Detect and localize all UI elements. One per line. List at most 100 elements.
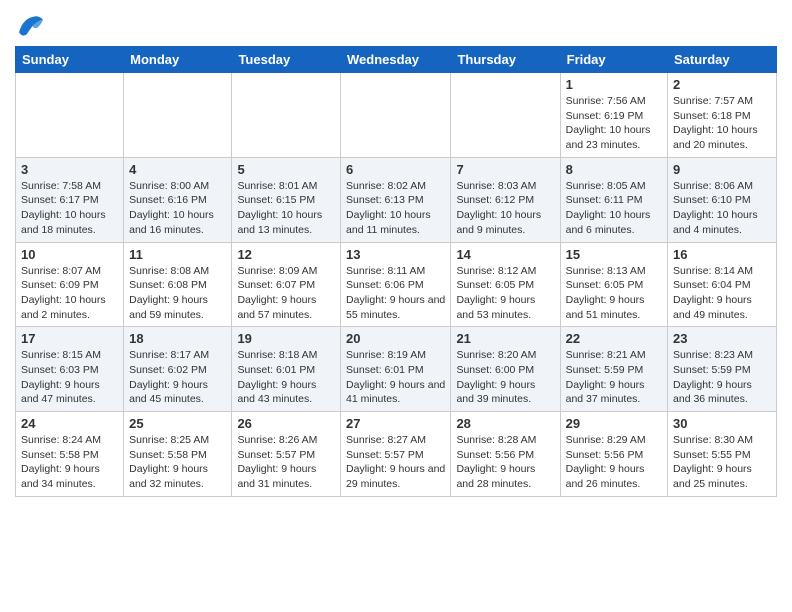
calendar-cell: 11 Sunrise: 8:08 AM Sunset: 6:08 PM Dayli…	[124, 242, 232, 327]
calendar-header-row: SundayMondayTuesdayWednesdayThursdayFrid…	[16, 47, 777, 73]
day-number: 16	[673, 247, 771, 262]
calendar-week-row: 17 Sunrise: 8:15 AM Sunset: 6:03 PM Dayli…	[16, 327, 777, 412]
day-number: 2	[673, 77, 771, 92]
calendar-cell: 16 Sunrise: 8:14 AM Sunset: 6:04 PM Dayli…	[668, 242, 777, 327]
day-info: Sunrise: 8:29 AM Sunset: 5:56 PM Dayligh…	[566, 433, 662, 492]
day-number: 17	[21, 331, 118, 346]
day-info: Sunrise: 8:11 AM Sunset: 6:06 PM Dayligh…	[346, 264, 445, 323]
day-number: 29	[566, 416, 662, 431]
day-info: Sunrise: 8:05 AM Sunset: 6:11 PM Dayligh…	[566, 179, 662, 238]
day-info: Sunrise: 8:27 AM Sunset: 5:57 PM Dayligh…	[346, 433, 445, 492]
day-number: 18	[129, 331, 226, 346]
day-number: 9	[673, 162, 771, 177]
day-info: Sunrise: 8:23 AM Sunset: 5:59 PM Dayligh…	[673, 348, 771, 407]
calendar-week-row: 24 Sunrise: 8:24 AM Sunset: 5:58 PM Dayli…	[16, 412, 777, 497]
day-info: Sunrise: 8:25 AM Sunset: 5:58 PM Dayligh…	[129, 433, 226, 492]
day-number: 1	[566, 77, 662, 92]
calendar-table: SundayMondayTuesdayWednesdayThursdayFrid…	[15, 46, 777, 497]
day-number: 20	[346, 331, 445, 346]
calendar-cell: 4 Sunrise: 8:00 AM Sunset: 6:16 PM Daylig…	[124, 157, 232, 242]
day-info: Sunrise: 8:13 AM Sunset: 6:05 PM Dayligh…	[566, 264, 662, 323]
day-number: 24	[21, 416, 118, 431]
calendar-cell: 18 Sunrise: 8:17 AM Sunset: 6:02 PM Dayli…	[124, 327, 232, 412]
calendar-cell: 8 Sunrise: 8:05 AM Sunset: 6:11 PM Daylig…	[560, 157, 667, 242]
calendar-header-wednesday: Wednesday	[341, 47, 451, 73]
day-number: 5	[237, 162, 335, 177]
page-header	[15, 10, 777, 42]
day-info: Sunrise: 7:58 AM Sunset: 6:17 PM Dayligh…	[21, 179, 118, 238]
calendar-header-thursday: Thursday	[451, 47, 560, 73]
day-number: 10	[21, 247, 118, 262]
calendar-header-sunday: Sunday	[16, 47, 124, 73]
calendar-header-friday: Friday	[560, 47, 667, 73]
day-info: Sunrise: 8:06 AM Sunset: 6:10 PM Dayligh…	[673, 179, 771, 238]
calendar-week-row: 3 Sunrise: 7:58 AM Sunset: 6:17 PM Daylig…	[16, 157, 777, 242]
calendar-cell: 28Sunrise: 8:28 AM Sunset: 5:56 PM Dayli…	[451, 412, 560, 497]
calendar-cell: 22Sunrise: 8:21 AM Sunset: 5:59 PM Dayli…	[560, 327, 667, 412]
day-info: Sunrise: 8:09 AM Sunset: 6:07 PM Dayligh…	[237, 264, 335, 323]
day-number: 23	[673, 331, 771, 346]
calendar-header-saturday: Saturday	[668, 47, 777, 73]
day-info: Sunrise: 8:17 AM Sunset: 6:02 PM Dayligh…	[129, 348, 226, 407]
calendar-cell: 15 Sunrise: 8:13 AM Sunset: 6:05 PM Dayli…	[560, 242, 667, 327]
day-info: Sunrise: 8:08 AM Sunset: 6:08 PM Dayligh…	[129, 264, 226, 323]
calendar-cell	[124, 73, 232, 158]
calendar-cell: 13 Sunrise: 8:11 AM Sunset: 6:06 PM Dayli…	[341, 242, 451, 327]
calendar-cell: 23 Sunrise: 8:23 AM Sunset: 5:59 PM Dayli…	[668, 327, 777, 412]
calendar-cell: 25 Sunrise: 8:25 AM Sunset: 5:58 PM Dayli…	[124, 412, 232, 497]
calendar-cell: 26 Sunrise: 8:26 AM Sunset: 5:57 PM Dayli…	[232, 412, 341, 497]
logo-icon	[15, 10, 47, 42]
day-number: 15	[566, 247, 662, 262]
calendar-cell: 3 Sunrise: 7:58 AM Sunset: 6:17 PM Daylig…	[16, 157, 124, 242]
day-info: Sunrise: 8:30 AM Sunset: 5:55 PM Dayligh…	[673, 433, 771, 492]
day-info: Sunrise: 8:15 AM Sunset: 6:03 PM Dayligh…	[21, 348, 118, 407]
calendar-cell: 21 Sunrise: 8:20 AM Sunset: 6:00 PM Dayli…	[451, 327, 560, 412]
calendar-cell: 24 Sunrise: 8:24 AM Sunset: 5:58 PM Dayli…	[16, 412, 124, 497]
day-info: Sunrise: 7:56 AM Sunset: 6:19 PM Dayligh…	[566, 94, 662, 153]
day-number: 27	[346, 416, 445, 431]
day-info: Sunrise: 8:21 AM Sunset: 5:59 PM Dayligh…	[566, 348, 662, 407]
calendar-week-row: 1 Sunrise: 7:56 AM Sunset: 6:19 PM Daylig…	[16, 73, 777, 158]
day-number: 11	[129, 247, 226, 262]
day-number: 21	[456, 331, 554, 346]
day-number: 4	[129, 162, 226, 177]
day-number: 28	[456, 416, 554, 431]
calendar-header-monday: Monday	[124, 47, 232, 73]
calendar-cell: 1 Sunrise: 7:56 AM Sunset: 6:19 PM Daylig…	[560, 73, 667, 158]
logo	[15, 10, 51, 42]
day-number: 19	[237, 331, 335, 346]
day-number: 7	[456, 162, 554, 177]
day-info: Sunrise: 8:20 AM Sunset: 6:00 PM Dayligh…	[456, 348, 554, 407]
day-info: Sunrise: 8:02 AM Sunset: 6:13 PM Dayligh…	[346, 179, 445, 238]
page-container: SundayMondayTuesdayWednesdayThursdayFrid…	[0, 0, 792, 507]
day-number: 3	[21, 162, 118, 177]
day-number: 26	[237, 416, 335, 431]
calendar-cell: 20Sunrise: 8:19 AM Sunset: 6:01 PM Dayli…	[341, 327, 451, 412]
calendar-cell: 29 Sunrise: 8:29 AM Sunset: 5:56 PM Dayli…	[560, 412, 667, 497]
calendar-cell: 6 Sunrise: 8:02 AM Sunset: 6:13 PM Daylig…	[341, 157, 451, 242]
day-info: Sunrise: 8:03 AM Sunset: 6:12 PM Dayligh…	[456, 179, 554, 238]
day-info: Sunrise: 8:07 AM Sunset: 6:09 PM Dayligh…	[21, 264, 118, 323]
day-number: 25	[129, 416, 226, 431]
day-info: Sunrise: 8:26 AM Sunset: 5:57 PM Dayligh…	[237, 433, 335, 492]
day-number: 8	[566, 162, 662, 177]
calendar-cell: 5 Sunrise: 8:01 AM Sunset: 6:15 PM Daylig…	[232, 157, 341, 242]
calendar-cell: 30 Sunrise: 8:30 AM Sunset: 5:55 PM Dayli…	[668, 412, 777, 497]
day-info: Sunrise: 8:24 AM Sunset: 5:58 PM Dayligh…	[21, 433, 118, 492]
calendar-cell: 14Sunrise: 8:12 AM Sunset: 6:05 PM Dayli…	[451, 242, 560, 327]
calendar-cell	[16, 73, 124, 158]
calendar-cell	[451, 73, 560, 158]
calendar-cell: 7 Sunrise: 8:03 AM Sunset: 6:12 PM Daylig…	[451, 157, 560, 242]
day-info: Sunrise: 8:18 AM Sunset: 6:01 PM Dayligh…	[237, 348, 335, 407]
day-info: Sunrise: 8:01 AM Sunset: 6:15 PM Dayligh…	[237, 179, 335, 238]
day-info: Sunrise: 8:14 AM Sunset: 6:04 PM Dayligh…	[673, 264, 771, 323]
day-info: Sunrise: 8:00 AM Sunset: 6:16 PM Dayligh…	[129, 179, 226, 238]
day-number: 13	[346, 247, 445, 262]
day-number: 14	[456, 247, 554, 262]
day-number: 30	[673, 416, 771, 431]
calendar-cell: 10 Sunrise: 8:07 AM Sunset: 6:09 PM Dayli…	[16, 242, 124, 327]
day-info: Sunrise: 7:57 AM Sunset: 6:18 PM Dayligh…	[673, 94, 771, 153]
day-number: 6	[346, 162, 445, 177]
calendar-cell: 9 Sunrise: 8:06 AM Sunset: 6:10 PM Daylig…	[668, 157, 777, 242]
calendar-cell: 19 Sunrise: 8:18 AM Sunset: 6:01 PM Dayli…	[232, 327, 341, 412]
